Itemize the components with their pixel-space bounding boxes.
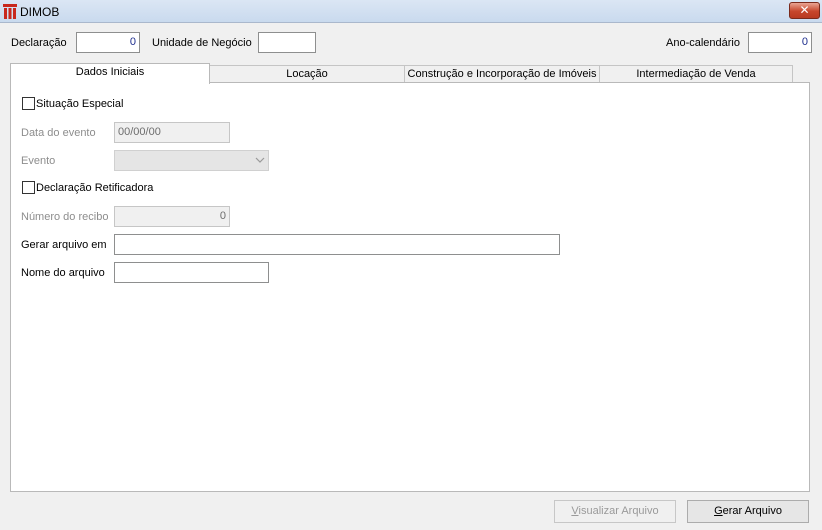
tab-intermediacao-venda[interactable]: Intermediação de Venda bbox=[599, 65, 793, 83]
visualizar-arquivo-label: isualizar Arquivo bbox=[578, 505, 659, 517]
numero-recibo-input[interactable]: 0 bbox=[114, 206, 230, 227]
ano-calendario-input[interactable]: 0 bbox=[748, 32, 812, 53]
window-title: DIMOB bbox=[20, 5, 60, 19]
gerar-arquivo-mnemonic: G bbox=[714, 505, 723, 517]
ano-calendario-label: Ano-calendário bbox=[666, 37, 740, 49]
tab-locacao[interactable]: Locação bbox=[209, 65, 405, 83]
data-evento-input[interactable]: 00/00/00 bbox=[114, 122, 230, 143]
gerar-arquivo-em-input[interactable] bbox=[114, 234, 560, 255]
evento-label: Evento bbox=[21, 155, 56, 167]
declaracao-input[interactable]: 0 bbox=[76, 32, 140, 53]
gerar-arquivo-button[interactable]: Gerar Arquivo bbox=[687, 500, 809, 523]
nome-arquivo-label: Nome do arquivo bbox=[21, 267, 105, 279]
tab-panel-dados-iniciais bbox=[10, 82, 810, 492]
situacao-especial-checkbox[interactable] bbox=[22, 97, 35, 110]
tab-strip: Dados Iniciais Locação Construção e Inco… bbox=[10, 63, 810, 84]
close-icon: ✕ bbox=[799, 3, 810, 17]
nome-arquivo-input[interactable] bbox=[114, 262, 269, 283]
situacao-especial-label: Situação Especial bbox=[36, 98, 124, 110]
chevron-down-icon bbox=[255, 157, 265, 163]
tab-construcao-incorporacao[interactable]: Construção e Incorporação de Imóveis bbox=[404, 65, 600, 83]
numero-recibo-label: Número do recibo bbox=[21, 211, 109, 223]
visualizar-arquivo-button[interactable]: Visualizar Arquivo bbox=[554, 500, 676, 523]
visualizar-arquivo-mnemonic: V bbox=[571, 505, 579, 517]
gerar-arquivo-label: erar Arquivo bbox=[722, 505, 782, 517]
unidade-negocio-label: Unidade de Negócio bbox=[152, 37, 252, 49]
close-button[interactable]: ✕ bbox=[789, 2, 820, 19]
declaracao-label: Declaração bbox=[11, 37, 67, 49]
declaracao-retificadora-checkbox[interactable] bbox=[22, 181, 35, 194]
gerar-arquivo-em-label: Gerar arquivo em bbox=[21, 239, 107, 251]
tab-dados-iniciais[interactable]: Dados Iniciais bbox=[10, 63, 210, 84]
data-evento-label: Data do evento bbox=[21, 127, 96, 139]
title-bar: DIMOB ✕ bbox=[0, 0, 822, 23]
dimob-app-icon bbox=[3, 4, 17, 19]
unidade-negocio-input[interactable] bbox=[258, 32, 316, 53]
evento-select[interactable] bbox=[114, 150, 269, 171]
declaracao-retificadora-label: Declaração Retificadora bbox=[36, 182, 154, 194]
